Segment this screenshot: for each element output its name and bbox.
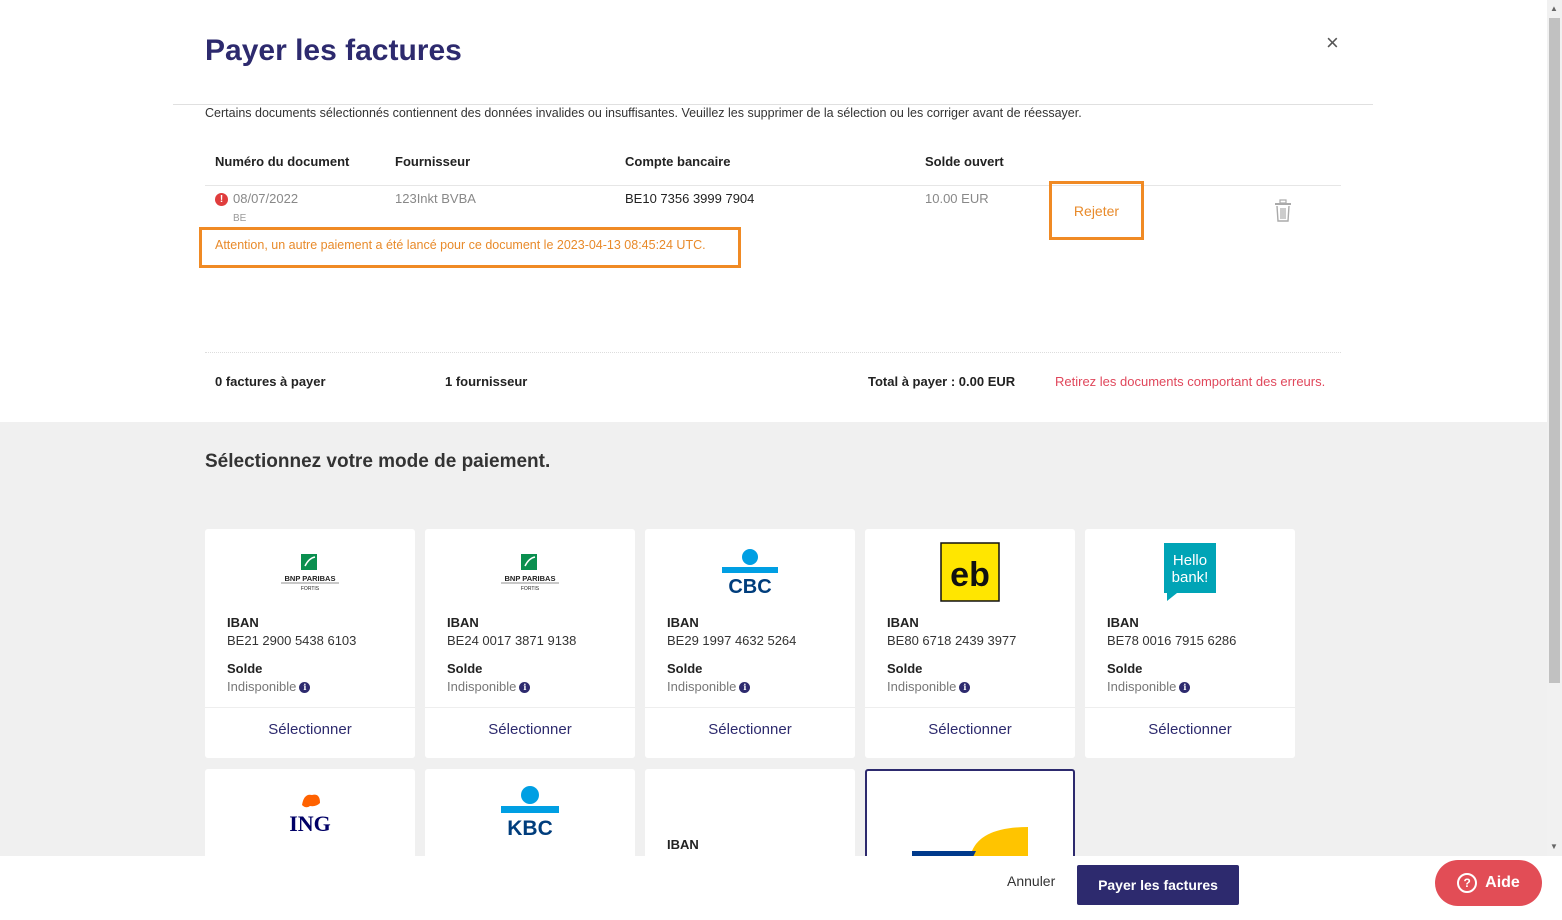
eb-logo: eb	[865, 541, 1075, 603]
column-header-supplier: Fournisseur	[395, 154, 471, 169]
payment-card-bnp-1[interactable]: BNP PARIBAS FORTIS IBAN BE21 2900 5438 6…	[205, 529, 415, 758]
supplier-count: 1 fournisseur	[445, 374, 528, 389]
hello-bank-logo: Hello bank!	[1085, 541, 1295, 603]
bnp-paribas-logo: BNP PARIBAS FORTIS	[425, 541, 635, 603]
kbc-logo: KBC	[425, 781, 635, 843]
payment-card-kbc[interactable]: KBC	[425, 769, 635, 856]
logo-text: FORTIS	[521, 586, 540, 592]
trash-icon[interactable]	[1273, 199, 1293, 223]
info-icon[interactable]: i	[1179, 682, 1191, 694]
belfius-logo	[912, 827, 1028, 856]
balance-value: Indisponible i	[887, 679, 971, 694]
column-header-bank-account: Compte bancaire	[625, 154, 731, 169]
page-title: Payer les factures	[205, 34, 462, 67]
payment-card-ing[interactable]: ING	[205, 769, 415, 856]
balance-value: Indisponible i	[227, 679, 311, 694]
iban-value: BE21 2900 5438 6103	[227, 633, 357, 648]
payment-card-eb[interactable]: eb IBAN BE80 6718 2439 3977 Solde Indisp…	[865, 529, 1075, 758]
balance-label: Solde	[667, 661, 703, 676]
payment-method-title: Sélectionnez votre mode de paiement.	[205, 451, 551, 472]
close-icon[interactable]: ×	[1326, 30, 1339, 56]
open-balance: 10.00 EUR	[925, 191, 989, 206]
balance-value: Indisponible i	[1107, 679, 1191, 694]
logo-text: BNP PARIBAS	[285, 574, 336, 583]
logo-text: bank!	[1172, 569, 1209, 586]
select-button[interactable]: Sélectionner	[1085, 721, 1295, 738]
scrollbar-thumb[interactable]	[1549, 18, 1560, 683]
logo-text: KBC	[507, 817, 553, 839]
divider	[205, 707, 415, 708]
logo-text: CBC	[728, 576, 771, 597]
payment-card-cbc[interactable]: CBC IBAN BE29 1997 4632 5264 Solde Indis…	[645, 529, 855, 758]
column-header-document-number: Numéro du document	[215, 154, 350, 169]
logo-text: eb	[950, 556, 990, 594]
balance-label: Solde	[887, 661, 923, 676]
iban-label: IBAN	[667, 837, 699, 852]
balance-label: Solde	[447, 661, 483, 676]
payment-card-other[interactable]: IBAN	[645, 769, 855, 856]
pay-invoices-button[interactable]: Payer les factures	[1077, 865, 1239, 905]
total-to-pay: Total à payer : 0.00 EUR	[868, 374, 1016, 389]
error-icon: !	[215, 193, 228, 206]
select-button[interactable]: Sélectionner	[865, 721, 1075, 738]
divider	[1085, 707, 1295, 708]
iban-value: BE29 1997 4632 5264	[667, 633, 797, 648]
balance-label: Solde	[1107, 661, 1143, 676]
divider	[645, 707, 855, 708]
remove-errors-link[interactable]: Retirez les documents comportant des err…	[1055, 374, 1325, 389]
iban-label: IBAN	[447, 615, 479, 630]
divider	[205, 352, 1341, 353]
help-label: Aide	[1485, 874, 1520, 891]
logo-text: Hello	[1173, 552, 1207, 569]
iban-label: IBAN	[667, 615, 699, 630]
divider	[205, 185, 1341, 186]
balance-label: Solde	[227, 661, 263, 676]
info-icon[interactable]: i	[739, 682, 751, 694]
divider	[865, 707, 1075, 708]
payment-card-belfius[interactable]	[865, 769, 1075, 856]
scroll-down-icon[interactable]: ▼	[1550, 842, 1558, 851]
divider	[173, 104, 1373, 105]
footer-bar: Annuler Payer les factures	[0, 856, 1547, 920]
info-icon[interactable]: i	[959, 682, 971, 694]
ing-logo: ING	[205, 781, 415, 843]
iban-label: IBAN	[1107, 615, 1139, 630]
payment-method-section: Sélectionnez votre mode de paiement. BNP…	[0, 422, 1547, 856]
payment-card-bnp-2[interactable]: BNP PARIBAS FORTIS IBAN BE24 0017 3871 9…	[425, 529, 635, 758]
document-country: BE	[233, 213, 247, 224]
select-button[interactable]: Sélectionner	[645, 721, 855, 738]
invoice-modal-top: Payer les factures × Certains documents …	[0, 0, 1547, 422]
logo-text: FORTIS	[301, 586, 320, 592]
help-icon: ?	[1457, 873, 1478, 893]
supplier-name: 123Inkt BVBA	[395, 191, 476, 206]
duplicate-payment-warning: Attention, un autre paiement a été lancé…	[215, 238, 706, 252]
balance-value: Indisponible i	[667, 679, 751, 694]
logo-text: ING	[289, 811, 331, 836]
cbc-logo: CBC	[645, 541, 855, 603]
info-icon[interactable]: i	[519, 682, 531, 694]
balance-value: Indisponible i	[447, 679, 531, 694]
iban-label: IBAN	[227, 615, 259, 630]
select-button[interactable]: Sélectionner	[425, 721, 635, 738]
reject-button[interactable]: Rejeter	[1049, 181, 1144, 240]
logo-text: BNP PARIBAS	[505, 574, 556, 583]
column-header-open-balance: Solde ouvert	[925, 154, 1004, 169]
bank-account: BE10 7356 3999 7904	[625, 191, 755, 206]
cancel-button[interactable]: Annuler	[1007, 873, 1055, 889]
select-button[interactable]: Sélectionner	[205, 721, 415, 738]
iban-value: BE24 0017 3871 9138	[447, 633, 577, 648]
iban-label: IBAN	[887, 615, 919, 630]
validation-warning: Certains documents sélectionnés contienn…	[205, 106, 1082, 120]
iban-value: BE78 0016 7915 6286	[1107, 633, 1237, 648]
bnp-paribas-logo: BNP PARIBAS FORTIS	[205, 541, 415, 603]
iban-value: BE80 6718 2439 3977	[887, 633, 1017, 648]
info-icon[interactable]: i	[299, 682, 311, 694]
scroll-up-icon[interactable]: ▲	[1550, 4, 1558, 13]
divider	[425, 707, 635, 708]
payment-card-hello-bank[interactable]: Hello bank! IBAN BE78 0016 7915 6286 Sol…	[1085, 529, 1295, 758]
document-number: 08/07/2022	[233, 191, 299, 206]
help-button[interactable]: ? Aide	[1435, 860, 1542, 906]
invoice-count: 0 factures à payer	[215, 374, 326, 389]
